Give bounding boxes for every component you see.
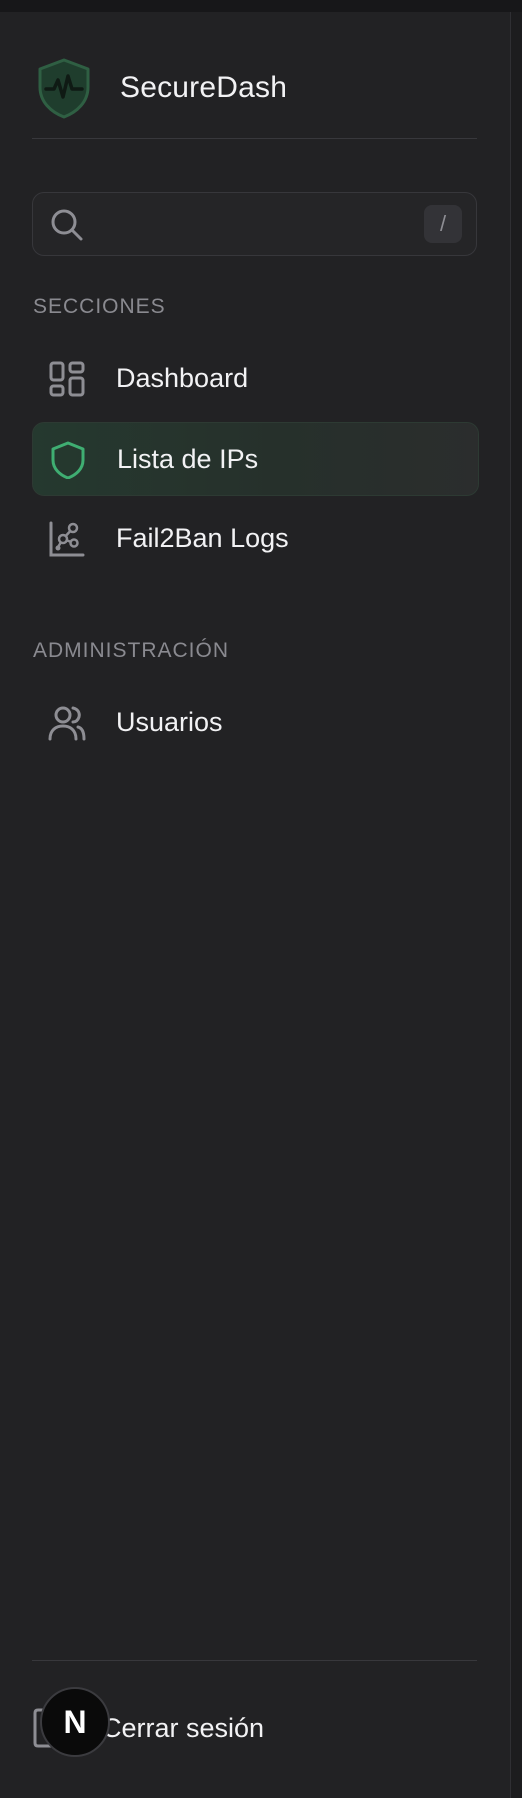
header-divider — [32, 138, 477, 139]
sidebar: SecureDash / SECCIONES Dashboard Lista d… — [0, 12, 511, 1798]
sidebar-item-label: Usuarios — [116, 706, 223, 737]
sidebar-item-label: Fail2Ban Logs — [116, 522, 289, 553]
layout-grid-icon — [49, 361, 85, 397]
shield-icon — [51, 441, 85, 479]
brand-name: SecureDash — [120, 71, 288, 104]
search-shortcut-key: / — [424, 205, 462, 243]
dev-indicator-letter: N — [63, 1703, 87, 1740]
search-input[interactable] — [99, 203, 403, 245]
sidebar-item-label: Lista de IPs — [117, 443, 259, 474]
search-icon — [51, 209, 83, 241]
section-title-administracion: ADMINISTRACIÓN — [33, 639, 230, 662]
brand[interactable]: SecureDash — [32, 48, 287, 128]
search-box[interactable]: / — [32, 192, 477, 256]
top-bar — [0, 0, 522, 12]
section-title-secciones: SECCIONES — [33, 295, 166, 318]
sidebar-item-label: Dashboard — [116, 362, 249, 393]
content-edge — [511, 12, 522, 1798]
sidebar-item-lista-de-ips[interactable]: Lista de IPs — [32, 422, 479, 496]
logout-label: Cerrar sesión — [102, 1712, 265, 1743]
footer-divider — [32, 1660, 477, 1661]
sidebar-item-dashboard[interactable]: Dashboard — [32, 342, 477, 414]
scatter-chart-icon — [49, 521, 85, 557]
sidebar-item-fail2ban-logs[interactable]: Fail2Ban Logs — [32, 502, 477, 574]
users-icon — [48, 706, 86, 741]
shield-pulse-icon — [38, 58, 90, 119]
dev-indicator-badge[interactable]: N — [40, 1687, 110, 1757]
sidebar-item-usuarios[interactable]: Usuarios — [32, 686, 477, 758]
